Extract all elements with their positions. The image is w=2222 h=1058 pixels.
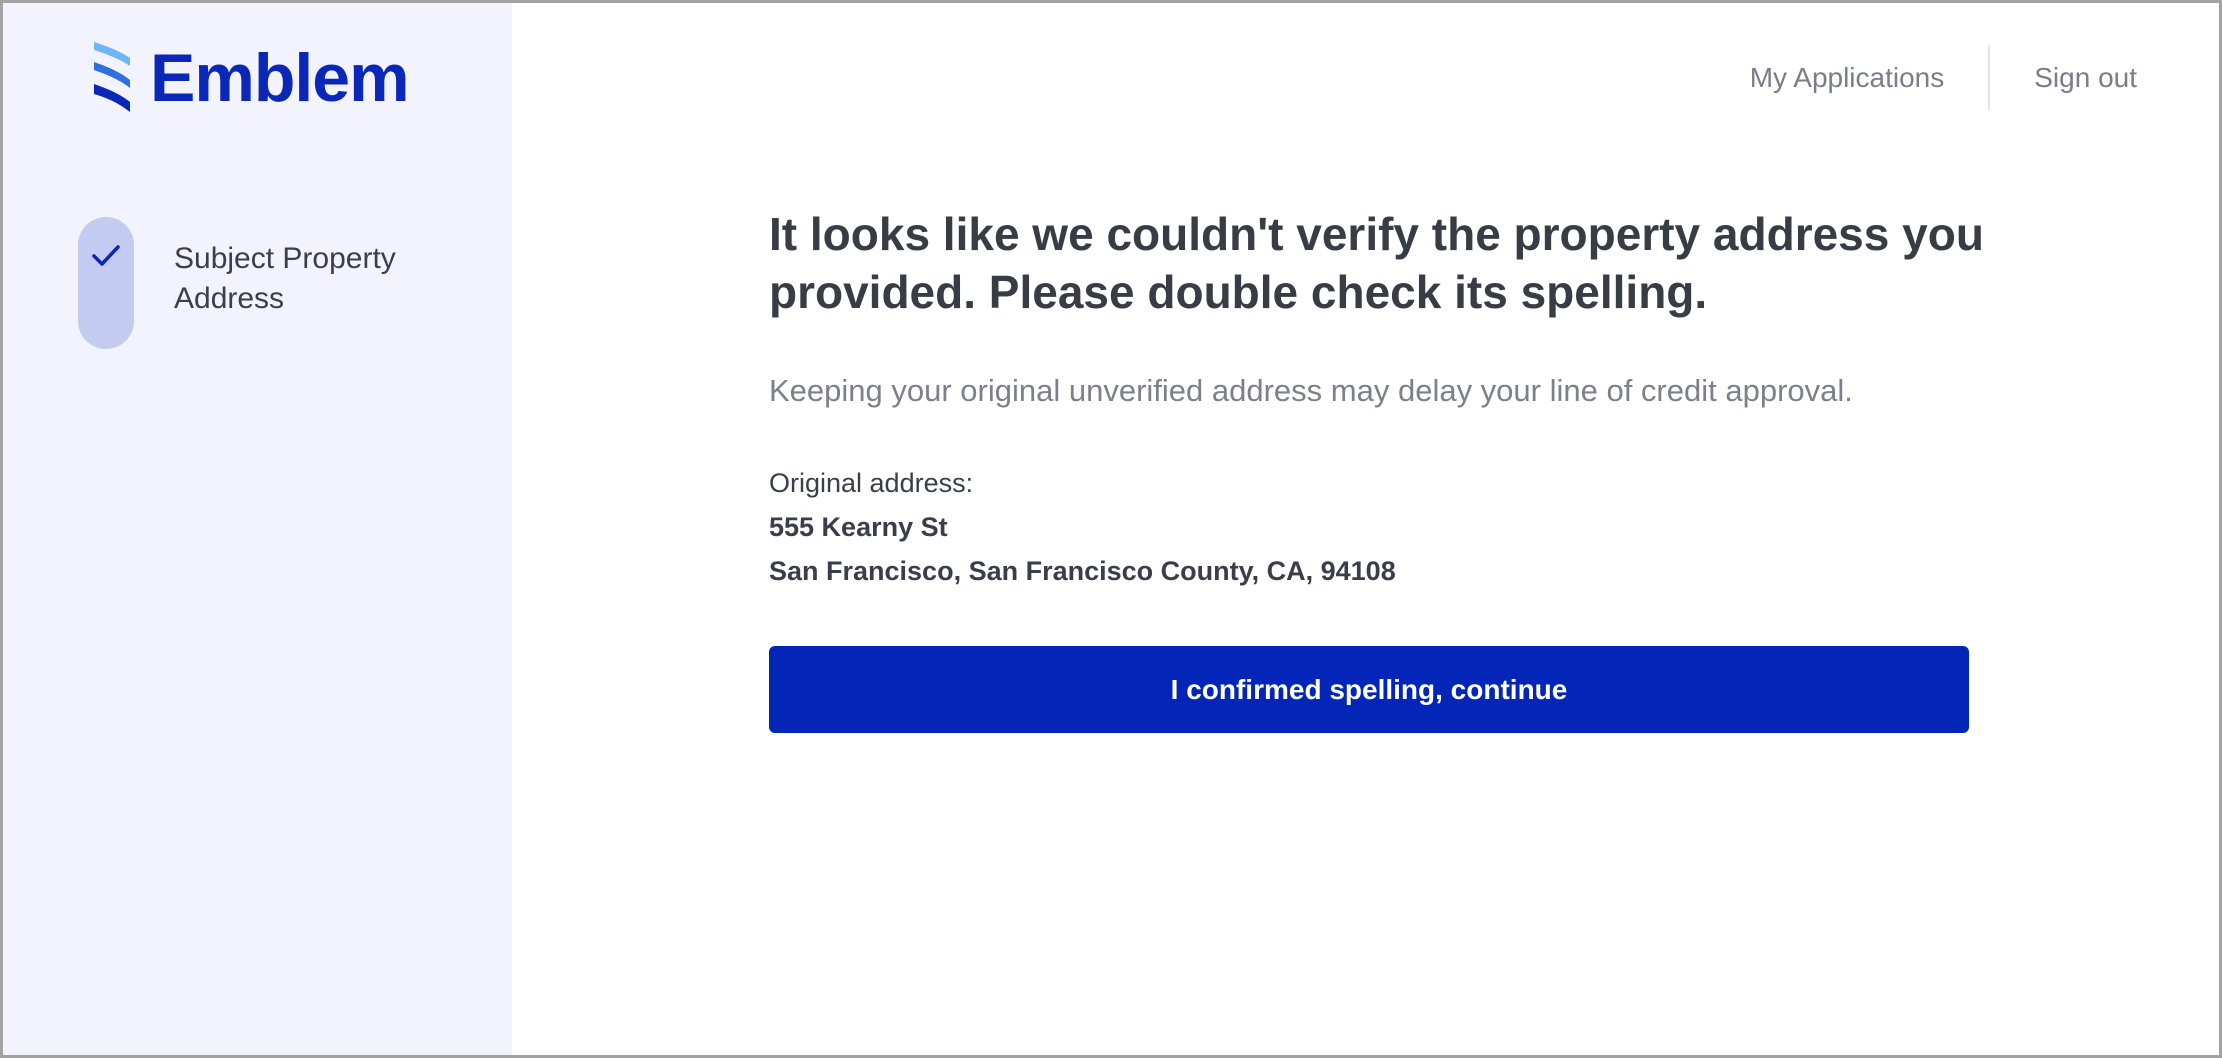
- address-city-state-zip: San Francisco, San Francisco County, CA,…: [769, 556, 1396, 586]
- warning-subtext: Keeping your original unverified address…: [769, 373, 1853, 408]
- page-title: It looks like we couldn't verify the pro…: [769, 208, 1984, 318]
- app-window: Emblem Subject Property Address My Appli…: [0, 0, 2222, 1058]
- address-street: 555 Kearny St: [769, 512, 948, 542]
- my-applications-link[interactable]: My Applications: [1750, 62, 1945, 94]
- top-navigation: My Applications Sign out: [1750, 45, 2137, 111]
- nav-divider: [1988, 45, 1991, 111]
- main-content: It looks like we couldn't verify the pro…: [769, 205, 1984, 593]
- original-address-label: Original address:: [769, 468, 974, 498]
- step-status-indicator: [78, 217, 134, 349]
- confirm-spelling-button[interactable]: I confirmed spelling, continue: [769, 646, 1969, 733]
- sign-out-link[interactable]: Sign out: [2034, 62, 2137, 94]
- sidebar-step-label: Subject Property Address: [174, 242, 396, 315]
- sidebar-step-subject-property-address[interactable]: Subject Property Address: [78, 217, 474, 349]
- emblem-stripes-icon: [90, 40, 134, 116]
- brand-logo[interactable]: Emblem: [90, 39, 410, 117]
- brand-name: Emblem: [150, 40, 410, 116]
- checkmark-icon: [91, 243, 121, 349]
- sidebar: Emblem Subject Property Address: [3, 3, 512, 1055]
